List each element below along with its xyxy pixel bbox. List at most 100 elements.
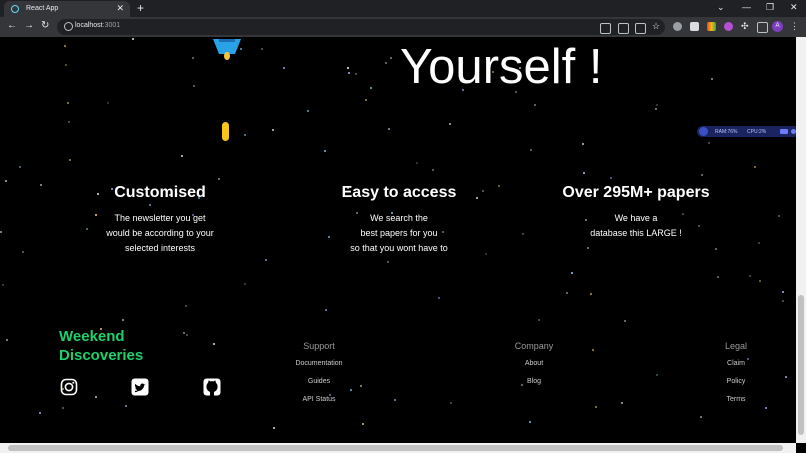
- footer-link-blog[interactable]: Blog: [504, 378, 564, 385]
- footer-brand[interactable]: Weekend Discoveries: [59, 327, 143, 365]
- star: [325, 309, 327, 311]
- star: [19, 166, 21, 168]
- star: [370, 87, 372, 89]
- star: [68, 121, 70, 123]
- footer-link-api-status[interactable]: API Status: [279, 396, 359, 403]
- install-icon[interactable]: [618, 23, 629, 34]
- star: [534, 104, 536, 106]
- extension-icon[interactable]: [690, 22, 699, 31]
- forward-icon[interactable]: →: [24, 20, 34, 31]
- star: [0, 231, 2, 233]
- star: [244, 134, 246, 136]
- star: [22, 251, 24, 253]
- star: [759, 280, 761, 282]
- scroll-thumb[interactable]: [798, 295, 804, 435]
- star: [360, 385, 362, 387]
- side-panel-icon[interactable]: [757, 22, 768, 33]
- avatar[interactable]: A: [772, 21, 783, 32]
- star: [610, 177, 612, 179]
- footer-heading: Support: [303, 341, 335, 351]
- star: [590, 293, 592, 295]
- resource-monitor-widget[interactable]: RAM:76% CPU:2%: [697, 126, 796, 137]
- star: [273, 427, 275, 429]
- star: [701, 174, 703, 176]
- star: [621, 402, 623, 404]
- restore-icon[interactable]: ❐: [766, 2, 774, 13]
- address-bar[interactable]: localhost:3001 ☆: [57, 19, 665, 35]
- star: [449, 123, 451, 125]
- feature-title: Easy to access: [341, 184, 457, 201]
- star: [67, 102, 69, 104]
- star: [595, 406, 597, 408]
- close-tab-icon[interactable]: ✕: [116, 3, 124, 14]
- puzzle-icon[interactable]: ✣: [741, 22, 750, 31]
- reload-icon[interactable]: ↻: [41, 20, 49, 31]
- star: [778, 215, 780, 217]
- star: [450, 402, 452, 404]
- twitter-icon[interactable]: [131, 378, 149, 396]
- browser-tab[interactable]: React App ✕: [4, 1, 130, 17]
- brand-line: Weekend: [59, 328, 125, 345]
- brand-line: Discoveries: [59, 347, 144, 364]
- star: [5, 180, 7, 182]
- cpu-readout: CPU:2%: [747, 129, 767, 135]
- star: [261, 48, 263, 50]
- star: [758, 242, 760, 244]
- extension-icon[interactable]: [673, 22, 682, 31]
- instagram-icon[interactable]: [60, 378, 78, 396]
- close-window-icon[interactable]: ✕: [790, 2, 798, 13]
- star: [122, 319, 124, 321]
- footer-link-policy[interactable]: Policy: [711, 378, 761, 385]
- extension-icon[interactable]: [724, 22, 733, 31]
- star: [583, 172, 585, 174]
- site-info-icon[interactable]: [64, 22, 73, 31]
- feature-customised: Customised The newsletter you get would …: [50, 183, 270, 256]
- tab-search-icon[interactable]: ⌄: [717, 2, 725, 13]
- star: [283, 67, 285, 69]
- star: [416, 162, 418, 164]
- footer-heading: Legal: [724, 341, 748, 351]
- scroll-thumb[interactable]: [8, 445, 783, 451]
- feature-text: so that you wont have to: [350, 243, 448, 253]
- star: [324, 150, 326, 152]
- extension-icon[interactable]: [707, 22, 716, 31]
- bookmark-star-icon[interactable]: ☆: [652, 22, 661, 31]
- star: [782, 300, 784, 302]
- back-icon[interactable]: ←: [7, 20, 17, 31]
- new-tab-icon[interactable]: +: [137, 1, 144, 15]
- footer-link-terms[interactable]: Terms: [711, 396, 761, 403]
- footer-link-about[interactable]: About: [504, 360, 564, 367]
- star: [700, 416, 702, 418]
- hero-title: Yourself !: [400, 40, 603, 94]
- star: [365, 99, 367, 101]
- star: [571, 272, 573, 274]
- star: [708, 142, 710, 144]
- footer-column-legal: Legal Claim Policy Terms: [711, 341, 761, 414]
- rocket-icon: [213, 39, 241, 60]
- vertical-scrollbar[interactable]: [796, 37, 806, 443]
- key-icon[interactable]: [600, 23, 611, 34]
- star: [715, 248, 717, 250]
- star: [362, 423, 364, 425]
- footer-link-claim[interactable]: Claim: [711, 360, 761, 367]
- star: [566, 292, 568, 294]
- star: [387, 261, 389, 263]
- star: [107, 102, 109, 104]
- star: [183, 332, 185, 334]
- star: [355, 73, 357, 75]
- feature-text: best papers for you: [360, 228, 438, 238]
- footer-link-guides[interactable]: Guides: [279, 378, 359, 385]
- share-icon[interactable]: [635, 23, 646, 34]
- star: [390, 57, 392, 59]
- star: [192, 57, 194, 59]
- menu-icon[interactable]: ⋮: [790, 22, 799, 31]
- star: [181, 155, 183, 157]
- star: [432, 169, 434, 171]
- horizontal-scrollbar[interactable]: [0, 443, 796, 453]
- star: [655, 108, 657, 110]
- minimize-icon[interactable]: —: [742, 2, 751, 12]
- github-icon[interactable]: [203, 378, 221, 396]
- star: [218, 178, 220, 180]
- feature-title: Customised: [114, 184, 206, 201]
- footer-link-documentation[interactable]: Documentation: [279, 360, 359, 367]
